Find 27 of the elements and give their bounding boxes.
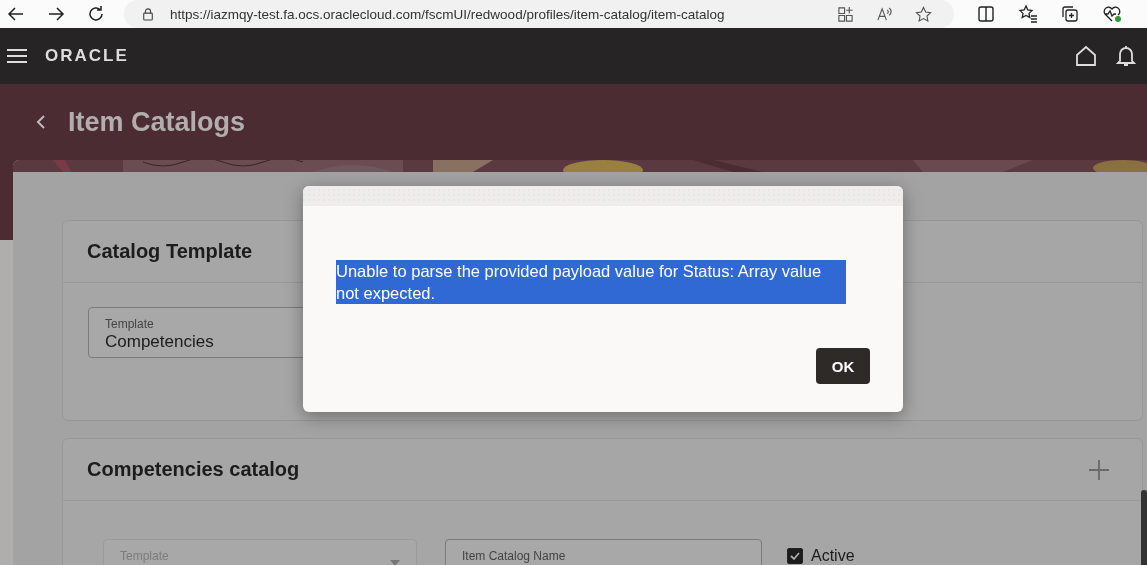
star-icon[interactable] (915, 5, 932, 23)
error-message: Unable to parse the provided payload value for Status: Array value not expected. (336, 260, 846, 304)
refresh-icon[interactable] (86, 4, 106, 24)
home-icon[interactable] (1075, 45, 1097, 67)
address-bar[interactable]: https://iazmqy-test.fa.ocs.oraclecloud.com/fscmUI/redwood/profiles/item-catalog/item-catalog (124, 0, 954, 28)
lock-icon (142, 7, 154, 21)
collections-icon[interactable] (1060, 4, 1080, 24)
checkbox-label: Active (811, 547, 855, 565)
health-icon[interactable] (1102, 4, 1122, 24)
page-title: Item Catalogs (68, 106, 246, 138)
checkbox[interactable] (787, 548, 803, 564)
split-screen-icon[interactable] (976, 4, 996, 24)
favorites-icon[interactable] (1018, 4, 1038, 24)
menu-icon[interactable] (7, 48, 27, 64)
url-text: https://iazmqy-test.fa.ocs.oraclecloud.com/fscmUI/redwood/profiles/item-catalog/item-catalog (170, 6, 726, 22)
app-grid-icon[interactable] (837, 5, 854, 23)
read-aloud-icon[interactable] (876, 5, 893, 23)
section-title: Catalog Template (87, 240, 253, 263)
form-field[interactable]: Item Catalog Name (445, 539, 762, 565)
oracle-logo: ORACLE (45, 46, 129, 66)
checkmark-icon (789, 550, 801, 562)
ok-button[interactable]: OK (816, 348, 870, 384)
back-chevron-icon[interactable] (36, 114, 46, 130)
scrollbar-thumb[interactable] (1141, 490, 1147, 565)
section-title: Competencies catalog (87, 458, 300, 481)
notifications-icon[interactable] (1115, 45, 1137, 67)
dropdown-caret-icon (390, 560, 400, 565)
